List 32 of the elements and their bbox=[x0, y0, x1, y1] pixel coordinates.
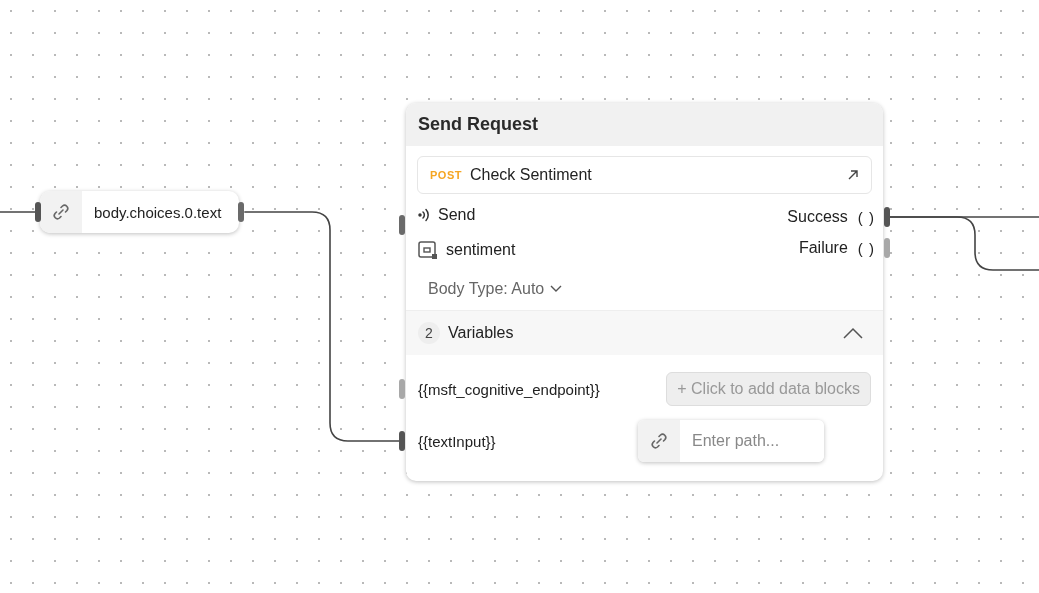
connector-line bbox=[0, 211, 36, 213]
variable-name: {{msft_cognitive_endpoint}} bbox=[418, 380, 600, 398]
chevron-down-icon bbox=[550, 285, 563, 293]
section-title: Variables bbox=[448, 324, 515, 342]
connection-handle[interactable] bbox=[399, 379, 405, 399]
variable-icon bbox=[418, 240, 438, 260]
output-label: Failure bbox=[798, 239, 848, 257]
chevron-up-icon bbox=[843, 327, 863, 339]
link-icon bbox=[649, 431, 669, 451]
output-label: Success bbox=[787, 208, 848, 226]
connection-handle[interactable] bbox=[884, 238, 890, 258]
external-link-icon bbox=[847, 169, 859, 181]
http-method: POST bbox=[430, 169, 462, 181]
body-type-dropdown[interactable]: Body Type: Auto bbox=[428, 280, 563, 298]
signal-icon bbox=[418, 207, 430, 223]
connection-handle[interactable] bbox=[399, 215, 405, 235]
connection-handle[interactable] bbox=[399, 431, 405, 451]
request-link[interactable]: POST Check Sentiment bbox=[417, 156, 872, 194]
output-symbol: ( ) bbox=[857, 208, 875, 226]
node-value: body.choices.0.text bbox=[93, 202, 223, 223]
connection-handle[interactable] bbox=[238, 202, 245, 222]
variables-header[interactable]: 2 Variables bbox=[406, 310, 883, 355]
variable-name: {{textInput}} bbox=[418, 432, 496, 450]
connection-handle[interactable] bbox=[35, 202, 41, 222]
variable-count: 2 bbox=[418, 322, 440, 344]
trigger-text: Send bbox=[438, 206, 476, 224]
link-icon bbox=[51, 202, 71, 222]
request-name: Check Sentiment bbox=[469, 166, 593, 184]
connection-handle[interactable] bbox=[884, 207, 890, 227]
result-text: sentiment bbox=[446, 241, 516, 259]
output-symbol: ( ) bbox=[857, 239, 875, 257]
node-title: Send Request bbox=[406, 103, 883, 146]
